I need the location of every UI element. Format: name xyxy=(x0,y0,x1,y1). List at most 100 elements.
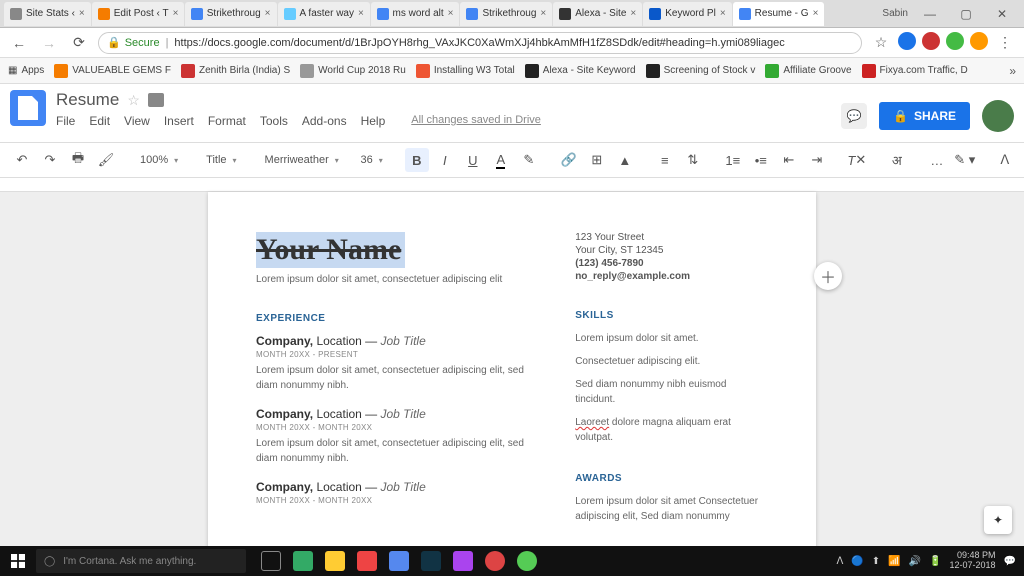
close-icon[interactable]: × xyxy=(265,8,271,19)
menu-file[interactable]: File xyxy=(56,114,75,128)
menu-tools[interactable]: Tools xyxy=(260,114,288,128)
comments-icon[interactable]: 💬 xyxy=(841,103,867,129)
extension-icon[interactable] xyxy=(922,32,940,50)
menu-insert[interactable]: Insert xyxy=(164,114,194,128)
increase-indent-button[interactable]: ⇥ xyxy=(805,148,829,172)
zoom-select[interactable]: 100% xyxy=(134,148,184,172)
paint-format-button[interactable]: 🖌 xyxy=(94,148,118,172)
bookmark-item[interactable]: Affiliate Groove xyxy=(765,64,851,78)
taskbar-app[interactable] xyxy=(448,546,478,576)
bookmark-item[interactable]: Zenith Birla (India) S xyxy=(181,64,290,78)
tray-icon[interactable]: 🔵 xyxy=(851,556,863,567)
share-button[interactable]: 🔒SHARE xyxy=(879,102,970,130)
taskbar-app[interactable] xyxy=(288,546,318,576)
battery-icon[interactable]: 🔋 xyxy=(929,556,941,567)
text-color-button[interactable]: A xyxy=(489,148,513,172)
underline-button[interactable]: U xyxy=(461,148,485,172)
browser-tab[interactable]: Strikethroug× xyxy=(185,2,277,26)
tray-chevron-icon[interactable]: ᐱ xyxy=(836,556,843,567)
input-tools-button[interactable]: अ xyxy=(885,148,909,172)
tray-icon[interactable]: ⬆ xyxy=(872,556,880,567)
highlight-button[interactable]: ✎ xyxy=(517,148,541,172)
menu-addons[interactable]: Add-ons xyxy=(302,114,347,128)
more-button[interactable]: … xyxy=(925,148,949,172)
redo-button[interactable]: ↷ xyxy=(38,148,62,172)
star-icon[interactable]: ☆ xyxy=(870,32,892,54)
close-button[interactable]: ✕ xyxy=(988,7,1016,21)
forward-button[interactable]: → xyxy=(38,32,60,54)
close-icon[interactable]: × xyxy=(79,8,85,19)
menu-format[interactable]: Format xyxy=(208,114,246,128)
print-button[interactable]: 🖶 xyxy=(66,148,90,172)
notifications-icon[interactable]: 💬 xyxy=(1004,556,1016,567)
clear-format-button[interactable]: T✕ xyxy=(845,148,869,172)
insert-comment-button[interactable]: ⊞ xyxy=(585,148,609,172)
editing-mode-button[interactable]: ✎ ▾ xyxy=(953,148,977,172)
folder-icon[interactable] xyxy=(148,93,164,107)
selected-heading[interactable]: Your Name xyxy=(256,232,405,268)
account-avatar[interactable] xyxy=(982,100,1014,132)
bookmark-item[interactable]: Installing W3 Total xyxy=(416,64,515,78)
taskbar-app[interactable] xyxy=(480,546,510,576)
close-icon[interactable]: × xyxy=(630,8,636,19)
menu-icon[interactable]: ⋮ xyxy=(994,32,1016,54)
insert-link-button[interactable]: 🔗 xyxy=(557,148,581,172)
reload-button[interactable]: ⟳ xyxy=(68,32,90,54)
browser-tab[interactable]: Site Stats ‹× xyxy=(4,2,91,26)
insert-image-button[interactable]: ▲ xyxy=(613,148,637,172)
style-select[interactable]: Title xyxy=(200,148,242,172)
close-icon[interactable]: × xyxy=(813,8,819,19)
bulleted-list-button[interactable]: •≡ xyxy=(749,148,773,172)
document-canvas[interactable]: ＋ Your Name Lorem ipsum dolor sit amet, … xyxy=(0,178,1024,546)
line-spacing-button[interactable]: ⇅ xyxy=(681,148,705,172)
browser-tab[interactable]: Edit Post ‹ T× xyxy=(92,2,184,26)
star-icon[interactable]: ☆ xyxy=(127,92,140,109)
wifi-icon[interactable]: 📶 xyxy=(888,556,900,567)
apps-button[interactable]: ▦Apps xyxy=(8,65,44,76)
bookmark-item[interactable]: VALUEABLE GEMS F xyxy=(54,64,171,78)
bookmark-item[interactable]: Fixya.com Traffic, D xyxy=(862,64,968,78)
minimize-button[interactable]: — xyxy=(916,7,944,21)
menu-edit[interactable]: Edit xyxy=(89,114,110,128)
taskbar-app[interactable] xyxy=(320,546,350,576)
browser-tab-active[interactable]: Resume - G× xyxy=(733,2,825,26)
taskbar-app[interactable] xyxy=(352,546,382,576)
browser-tab[interactable]: ms word alt× xyxy=(371,2,460,26)
close-icon[interactable]: × xyxy=(448,8,454,19)
collapse-toolbar-button[interactable]: ᐱ xyxy=(993,148,1017,172)
taskbar-app[interactable] xyxy=(416,546,446,576)
taskbar-app[interactable] xyxy=(384,546,414,576)
document-title[interactable]: Resume xyxy=(56,90,119,110)
back-button[interactable]: ← xyxy=(8,32,30,54)
clock[interactable]: 09:48 PM 12-07-2018 xyxy=(950,551,996,571)
bookmarks-overflow[interactable]: » xyxy=(1009,64,1016,78)
volume-icon[interactable]: 🔊 xyxy=(909,556,921,567)
menu-help[interactable]: Help xyxy=(361,114,386,128)
add-comment-button[interactable]: ＋ xyxy=(814,262,842,290)
start-button[interactable] xyxy=(0,546,36,576)
bold-button[interactable]: B xyxy=(405,148,429,172)
decrease-indent-button[interactable]: ⇤ xyxy=(777,148,801,172)
italic-button[interactable]: I xyxy=(433,148,457,172)
browser-profile[interactable]: Sabin xyxy=(882,8,908,19)
browser-tab[interactable]: Alexa - Site× xyxy=(553,2,642,26)
align-button[interactable]: ≡ xyxy=(653,148,677,172)
close-icon[interactable]: × xyxy=(173,8,179,19)
close-icon[interactable]: × xyxy=(540,8,546,19)
extension-icon[interactable] xyxy=(946,32,964,50)
bookmark-item[interactable]: World Cup 2018 Ru xyxy=(300,64,406,78)
browser-tab[interactable]: Keyword Pl× xyxy=(643,2,731,26)
menu-view[interactable]: View xyxy=(124,114,150,128)
horizontal-ruler[interactable] xyxy=(0,178,1024,192)
font-select[interactable]: Merriweather xyxy=(259,148,339,172)
browser-tab[interactable]: Strikethroug× xyxy=(460,2,552,26)
taskbar-app[interactable] xyxy=(512,546,542,576)
docs-logo-icon[interactable] xyxy=(10,90,46,126)
close-icon[interactable]: × xyxy=(358,8,364,19)
extension-icon[interactable] xyxy=(898,32,916,50)
extension-icon[interactable] xyxy=(970,32,988,50)
save-status[interactable]: All changes saved in Drive xyxy=(411,114,541,128)
undo-button[interactable]: ↶ xyxy=(10,148,34,172)
cortana-search[interactable]: ◯ I'm Cortana. Ask me anything. xyxy=(36,549,246,573)
font-size-select[interactable]: 36 xyxy=(355,148,389,172)
